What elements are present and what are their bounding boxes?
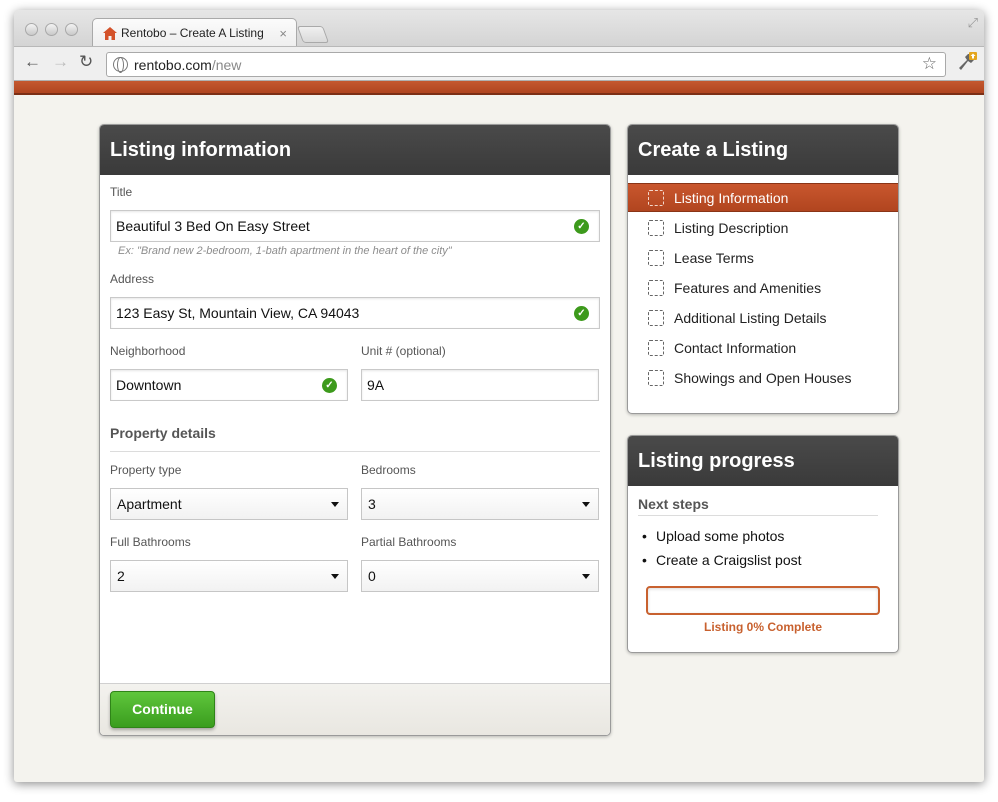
partial-bathrooms-value: 0	[368, 568, 376, 584]
step-checkbox-icon	[648, 189, 664, 206]
wrench-icon[interactable]	[956, 51, 978, 71]
step-label: Listing Description	[674, 219, 789, 236]
title-input-value: Beautiful 3 Bed On Easy Street	[116, 218, 310, 234]
new-tab-button[interactable]	[296, 26, 330, 43]
listing-progress-panel: Listing progress Next steps Upload some …	[627, 435, 899, 653]
bedrooms-value: 3	[368, 496, 376, 512]
step-label: Showings and Open Houses	[674, 369, 852, 386]
valid-check-icon: ✓	[574, 219, 589, 234]
next-steps-title: Next steps	[638, 496, 878, 516]
valid-check-icon: ✓	[322, 378, 337, 393]
step-item-lease-terms[interactable]: Lease Terms	[628, 243, 898, 272]
dropdown-caret-icon	[582, 574, 590, 579]
step-checkbox-icon	[648, 309, 664, 326]
step-checkbox-icon	[648, 249, 664, 266]
step-item-features-and-amenities[interactable]: Features and Amenities	[628, 273, 898, 302]
step-item-listing-description[interactable]: Listing Description	[628, 213, 898, 242]
step-checkbox-icon	[648, 369, 664, 386]
progress-text: Listing 0% Complete	[703, 620, 822, 634]
title-input[interactable]: Beautiful 3 Bed On Easy Street ✓	[110, 210, 600, 242]
bedrooms-label: Bedrooms	[361, 463, 416, 477]
site-header-bar	[14, 81, 984, 95]
listing-progress-header: Listing progress	[628, 436, 898, 486]
step-checkbox-icon	[648, 339, 664, 356]
dropdown-caret-icon	[331, 574, 339, 579]
property-type-select[interactable]: Apartment	[110, 488, 348, 520]
unit-input[interactable]: 9A	[361, 369, 599, 401]
minimize-window-icon[interactable]	[45, 23, 58, 36]
fullscreen-icon[interactable]: ⤢	[968, 15, 978, 31]
property-details-title: Property details	[110, 425, 216, 441]
continue-button[interactable]: Continue	[110, 691, 215, 728]
close-window-icon[interactable]	[25, 23, 38, 36]
listing-information-panel: Listing information Title Beautiful 3 Be…	[99, 124, 611, 736]
house-icon	[103, 26, 117, 40]
valid-check-icon: ✓	[574, 306, 589, 321]
url-host: rentobo.com	[134, 56, 212, 73]
full-bathrooms-label: Full Bathrooms	[110, 535, 191, 549]
step-label: Features and Amenities	[674, 279, 822, 296]
unit-input-value: 9A	[367, 377, 385, 393]
zoom-window-icon[interactable]	[65, 23, 78, 36]
title-hint: Ex: "Brand new 2-bedroom, 1-bath apartme…	[118, 245, 452, 257]
neighborhood-input-value: Downtown	[116, 377, 182, 393]
full-bathrooms-value: 2	[117, 568, 125, 584]
partial-bathrooms-select[interactable]: 0	[361, 560, 599, 592]
forward-icon[interactable]: →	[52, 52, 69, 72]
browser-tab[interactable]: Rentobo – Create A Listing ×	[92, 18, 297, 47]
tab-title: Rentobo – Create A Listing	[121, 26, 264, 40]
step-item-showings-and-open-houses[interactable]: Showings and Open Houses	[628, 363, 898, 392]
address-input-value: 123 Easy St, Mountain View, CA 94043	[116, 305, 360, 321]
title-label: Title	[110, 185, 133, 199]
partial-bathrooms-label: Partial Bathrooms	[361, 535, 457, 549]
listing-information-header: Listing information	[100, 125, 610, 175]
close-tab-icon[interactable]: ×	[279, 26, 287, 41]
create-listing-panel: Create a Listing Listing Information List…	[627, 124, 899, 414]
reload-icon[interactable]: ↻	[79, 52, 93, 72]
back-icon[interactable]: ←	[24, 52, 41, 72]
step-item-contact-information[interactable]: Contact Information	[628, 333, 898, 362]
step-item-additional-listing-details[interactable]: Additional Listing Details	[628, 303, 898, 332]
step-label: Contact Information	[674, 339, 797, 356]
address-bar[interactable]: rentobo.com/new ☆	[106, 52, 946, 77]
step-label: Additional Listing Details	[674, 309, 827, 326]
star-icon[interactable]: ☆	[922, 54, 937, 74]
neighborhood-label: Neighborhood	[110, 344, 186, 358]
address-input[interactable]: 123 Easy St, Mountain View, CA 94043 ✓	[110, 297, 600, 329]
browser-window: Rentobo – Create A Listing × ⤢ ← → ↻ ren…	[14, 10, 984, 782]
globe-icon	[113, 57, 128, 73]
create-listing-header: Create a Listing	[628, 125, 898, 175]
unit-label: Unit # (optional)	[361, 344, 446, 358]
full-bathrooms-select[interactable]: 2	[110, 560, 348, 592]
step-label: Lease Terms	[674, 249, 754, 266]
property-type-value: Apartment	[117, 496, 182, 512]
browser-toolbar: ← → ↻ rentobo.com/new ☆	[14, 46, 984, 81]
tab-strip: Rentobo – Create A Listing × ⤢	[14, 10, 984, 47]
step-checkbox-icon	[648, 219, 664, 236]
next-step-item: Upload some photos	[642, 528, 784, 544]
property-type-label: Property type	[110, 463, 182, 477]
dropdown-caret-icon	[582, 502, 590, 507]
neighborhood-input[interactable]: Downtown ✓	[110, 369, 348, 401]
form-footer: Continue	[100, 683, 610, 735]
dropdown-caret-icon	[331, 502, 339, 507]
section-divider	[110, 451, 600, 452]
step-checkbox-icon	[648, 279, 664, 296]
url-path: /new	[211, 56, 242, 73]
address-label: Address	[110, 272, 155, 286]
listing-progress-bar	[646, 586, 880, 615]
step-label: Listing Information	[674, 189, 789, 206]
step-item-listing-information[interactable]: Listing Information	[628, 183, 898, 212]
bedrooms-select[interactable]: 3	[361, 488, 599, 520]
next-step-item: Create a Craigslist post	[642, 552, 801, 568]
